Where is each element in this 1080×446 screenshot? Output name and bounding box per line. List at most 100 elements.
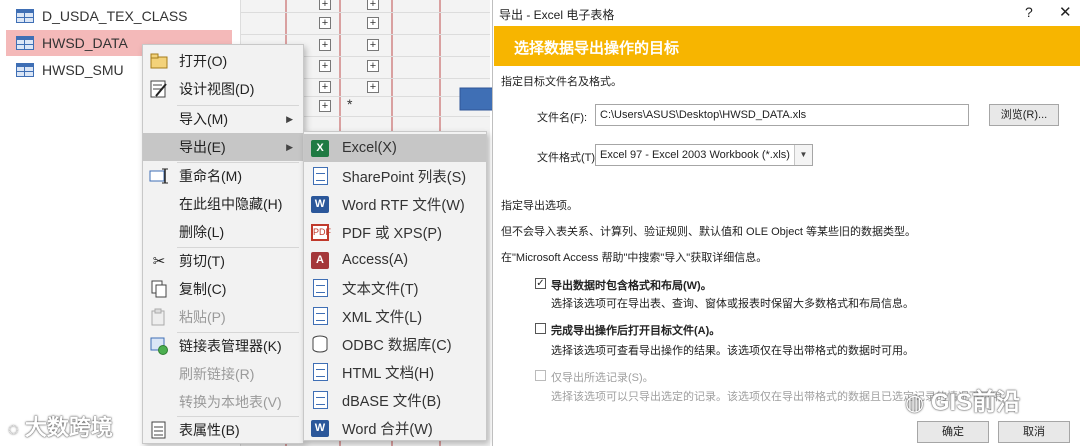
excel-icon: X — [310, 138, 330, 158]
export-item-text-file[interactable]: 文本文件(T) — [304, 274, 486, 302]
expand-row-button[interactable]: + — [319, 100, 331, 112]
close-button[interactable]: ✕ — [1059, 3, 1072, 21]
expand-row-button[interactable]: + — [319, 17, 331, 29]
paste-icon — [149, 307, 169, 327]
submenu-arrow-icon: ▶ — [286, 141, 293, 152]
banner-title: 选择数据导出操作的目标 — [514, 40, 680, 57]
table-icon — [16, 36, 34, 50]
browse-button[interactable]: 浏览(R)... — [989, 104, 1059, 126]
ok-button[interactable]: 确定 — [917, 421, 989, 443]
expand-row-button[interactable]: + — [367, 0, 379, 10]
xml-file-icon — [310, 306, 330, 326]
expand-row-button[interactable]: + — [319, 39, 331, 51]
menu-item-linked-table-manager[interactable]: 链接表管理器(K) — [143, 332, 303, 360]
row-line — [241, 12, 490, 13]
open-icon — [149, 51, 169, 71]
menu-item-open[interactable]: 打开(O) — [143, 47, 303, 75]
export-excel-dialog: 导出 - Excel 电子表格 ? ✕ 选择数据导出操作的目标 指定目标文件名及… — [492, 0, 1080, 446]
nav-item-d-usda-tex-class[interactable]: D_USDA_TEX_CLASS — [6, 3, 188, 29]
text-file-icon — [310, 278, 330, 298]
design-view-icon — [149, 79, 169, 99]
menu-item-import[interactable]: 导入(M) ▶ — [143, 105, 303, 133]
copy-icon — [149, 279, 169, 299]
export-item-xml-file[interactable]: XML 文件(L) — [304, 302, 486, 330]
export-submenu: X Excel(X) SharePoint 列表(S) W Word RTF 文… — [303, 131, 487, 441]
export-item-pdf-xps[interactable]: PDF PDF 或 XPS(P) — [304, 218, 486, 246]
option-selected-records-checkbox[interactable] — [535, 370, 546, 381]
dialog-banner: 选择数据导出操作的目标 — [494, 26, 1080, 66]
info-line-2: 在"Microsoft Access 帮助"中搜索"导入"获取详细信息。 — [501, 252, 768, 264]
scissors-icon: ✂ — [152, 253, 166, 270]
nav-item-label: HWSD_DATA — [42, 35, 128, 51]
menu-item-paste[interactable]: 粘贴(P) — [143, 303, 303, 331]
row-line — [241, 34, 490, 35]
pdf-icon: PDF — [310, 222, 331, 242]
expand-row-button[interactable]: + — [367, 81, 379, 93]
help-button[interactable]: ? — [1025, 4, 1033, 20]
dbase-file-icon — [310, 390, 330, 410]
word-icon: W — [310, 194, 330, 214]
dialog-titlebar: 导出 - Excel 电子表格 ? ✕ — [493, 0, 1080, 26]
context-menu: 打开(O) 设计视图(D) 导入(M) ▶ 导出(E) ▶ 重命名(M) 在此组… — [142, 44, 304, 444]
menu-item-table-properties[interactable]: 表属性(B) — [143, 416, 303, 444]
expand-row-button[interactable]: + — [367, 39, 379, 51]
rename-icon — [149, 166, 169, 186]
menu-item-delete[interactable]: 删除(L) — [143, 218, 303, 246]
export-item-sharepoint-list[interactable]: SharePoint 列表(S) — [304, 162, 486, 190]
expand-row-button[interactable]: + — [319, 0, 331, 10]
table-icon — [16, 63, 34, 77]
option-open-target-label[interactable]: 完成导出操作后打开目标文件(A)。 — [551, 322, 720, 338]
option-include-formatting-checkbox[interactable]: ✓ — [535, 278, 546, 289]
menu-item-rename[interactable]: 重命名(M) — [143, 162, 303, 190]
filename-label: 文件名(F): — [537, 112, 588, 124]
expand-row-button[interactable]: + — [367, 60, 379, 72]
export-item-word-merge[interactable]: W Word 合并(W) — [304, 414, 486, 442]
access-icon: A — [310, 250, 330, 270]
export-item-html-document[interactable]: HTML 文档(H) — [304, 358, 486, 386]
option-include-formatting-label[interactable]: 导出数据时包含格式和布局(W)。 — [551, 277, 712, 293]
menu-item-cut[interactable]: ✂ 剪切(T) — [143, 247, 303, 275]
expand-row-button[interactable]: + — [319, 60, 331, 72]
menu-item-export[interactable]: 导出(E) ▶ — [143, 133, 303, 161]
nav-item-label: HWSD_SMU — [42, 62, 124, 78]
info-line-1: 但不会导入表关系、计算列、验证规则、默认值和 OLE Object 等某些旧的数… — [501, 226, 916, 238]
table-properties-icon — [149, 420, 169, 440]
option-selected-records-label[interactable]: 仅导出所选记录(S)。 — [551, 369, 654, 385]
options-heading: 指定导出选项。 — [501, 200, 578, 212]
table-icon — [16, 9, 34, 23]
file-format-select[interactable]: Excel 97 - Excel 2003 Workbook (*.xls) ▼ — [595, 144, 813, 166]
odbc-database-icon — [310, 334, 330, 354]
target-heading: 指定目标文件名及格式。 — [501, 76, 622, 88]
nav-item-hwsd-smu[interactable]: HWSD_SMU — [6, 57, 124, 83]
watermark-left: ◌ 大数跨境 — [8, 415, 113, 440]
expand-row-button[interactable]: + — [319, 81, 331, 93]
new-record-marker: * — [347, 96, 353, 112]
export-item-odbc-database[interactable]: ODBC 数据库(C) — [304, 330, 486, 358]
filename-input[interactable]: C:\Users\ASUS\Desktop\HWSD_DATA.xls — [595, 104, 969, 126]
linked-table-manager-icon — [149, 336, 169, 356]
watermark-right: ◍ GIS前沿 — [905, 389, 1021, 416]
export-item-access[interactable]: A Access(A) — [304, 246, 486, 274]
submenu-arrow-icon: ▶ — [286, 113, 293, 124]
menu-item-copy[interactable]: 复制(C) — [143, 275, 303, 303]
chevron-down-icon: ▼ — [794, 145, 812, 165]
word-merge-icon: W — [310, 418, 330, 438]
menu-item-design-view[interactable]: 设计视图(D) — [143, 75, 303, 103]
sharepoint-list-icon — [310, 166, 330, 186]
menu-item-refresh-link[interactable]: 刷新链接(R) — [143, 360, 303, 388]
format-label: 文件格式(T): — [537, 152, 599, 164]
option-open-target-checkbox[interactable] — [535, 323, 546, 334]
option-include-formatting-desc: 选择该选项可在导出表、查询、窗体或报表时保留大多数格式和布局信息。 — [551, 298, 914, 310]
menu-item-convert-to-local[interactable]: 转换为本地表(V) — [143, 388, 303, 416]
export-item-dbase-file[interactable]: dBASE 文件(B) — [304, 386, 486, 414]
cancel-button[interactable]: 取消 — [998, 421, 1070, 443]
nav-item-label: D_USDA_TEX_CLASS — [42, 8, 188, 24]
export-item-excel[interactable]: X Excel(X) — [304, 134, 486, 162]
html-document-icon — [310, 362, 330, 382]
wechat-icon: ◍ — [905, 390, 925, 415]
option-open-target-desc: 选择该选项可查看导出操作的结果。该选项仅在导出带格式的数据时可用。 — [551, 345, 914, 357]
file-format-value: Excel 97 - Excel 2003 Workbook (*.xls) — [600, 149, 790, 161]
export-item-word-rtf[interactable]: W Word RTF 文件(W) — [304, 190, 486, 218]
expand-row-button[interactable]: + — [367, 17, 379, 29]
menu-item-hide-in-group[interactable]: 在此组中隐藏(H) — [143, 190, 303, 218]
